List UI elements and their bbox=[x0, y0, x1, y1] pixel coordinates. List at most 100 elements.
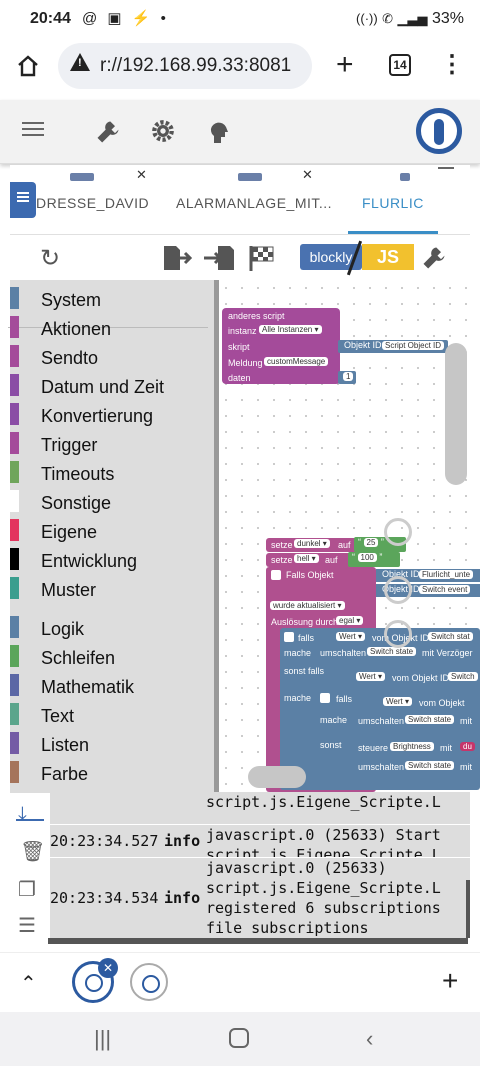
block-field[interactable]: Flurlicht_unte bbox=[419, 570, 474, 579]
log-horizontal-scrollbar[interactable] bbox=[48, 938, 468, 944]
gear-icon[interactable] bbox=[284, 632, 294, 642]
settings-gear-icon[interactable] bbox=[150, 118, 176, 144]
category-system[interactable]: System bbox=[10, 283, 218, 312]
category-color-swatch bbox=[10, 674, 19, 696]
layout-icon[interactable]: ☰ bbox=[18, 913, 36, 938]
refresh-icon[interactable]: ↻ bbox=[40, 244, 60, 273]
block-field[interactable]: Switch state bbox=[405, 715, 455, 724]
close-icon[interactable]: ✕ bbox=[302, 167, 313, 183]
menu-icon[interactable] bbox=[22, 128, 44, 130]
tab-adresse-david[interactable]: DRESSE_DAVID bbox=[36, 195, 149, 211]
delete-icon[interactable]: 🗑 bbox=[20, 839, 45, 864]
category-timeouts[interactable]: Timeouts bbox=[10, 457, 218, 486]
log-vertical-scrollbar[interactable] bbox=[466, 880, 470, 938]
block-label: daten bbox=[228, 373, 251, 383]
block-dropdown[interactable]: Wert ▾ bbox=[356, 672, 385, 681]
block-dropdown[interactable]: hell ▾ bbox=[294, 554, 319, 563]
block-field[interactable]: customMessage bbox=[264, 357, 329, 366]
category-sendto[interactable]: Sendto bbox=[10, 341, 218, 370]
workspace-horizontal-scrollbar[interactable] bbox=[248, 766, 306, 788]
block-field[interactable]: 1 bbox=[343, 372, 354, 381]
tab-alarmanlage[interactable]: ALARMANLAGE_MIT... bbox=[176, 195, 332, 211]
category-color-swatch bbox=[10, 645, 19, 667]
home-icon[interactable] bbox=[16, 54, 40, 78]
chevron-up-icon[interactable]: ⌃ bbox=[20, 971, 37, 996]
category-schleifen[interactable]: Schleifen bbox=[10, 641, 218, 670]
block-text[interactable]: “ 100 ” bbox=[348, 552, 400, 567]
block-field[interactable]: Switch state bbox=[367, 647, 417, 656]
download-icon[interactable]: ⤓ bbox=[18, 803, 27, 826]
copy-icon[interactable]: ❐ bbox=[18, 877, 36, 902]
js-mode-button[interactable]: JS bbox=[362, 244, 414, 270]
block-dropdown[interactable]: egal ▾ bbox=[336, 616, 364, 625]
block-field[interactable]: Script Object ID bbox=[382, 341, 445, 350]
checkered-flag-icon[interactable] bbox=[248, 244, 276, 272]
block-label: mache bbox=[320, 715, 348, 725]
import-icon[interactable] bbox=[204, 244, 236, 272]
category-sonstige[interactable]: Sonstige bbox=[10, 486, 218, 515]
category-trigger[interactable]: Trigger bbox=[10, 428, 218, 457]
home-button-icon[interactable] bbox=[229, 1028, 249, 1048]
block-field[interactable]: du bbox=[460, 742, 475, 751]
wrench-icon[interactable] bbox=[94, 118, 122, 146]
tab-menu-icon[interactable] bbox=[438, 167, 454, 169]
category-listen[interactable]: Listen bbox=[10, 728, 218, 757]
log-time bbox=[50, 792, 162, 824]
block-field[interactable]: Brightness bbox=[390, 742, 434, 751]
block-label: steuere bbox=[358, 743, 389, 753]
block-dropdown[interactable]: dunkel ▾ bbox=[294, 539, 330, 548]
not-secure-warning-icon[interactable] bbox=[70, 53, 90, 71]
head-profile-icon[interactable] bbox=[206, 117, 230, 145]
wrench-icon[interactable] bbox=[420, 244, 448, 272]
new-tab-plus-icon[interactable]: + bbox=[336, 48, 354, 82]
workspace-vertical-scrollbar[interactable] bbox=[445, 343, 467, 485]
block-label: vom Objekt ID bbox=[392, 673, 450, 683]
close-icon[interactable]: ✕ bbox=[136, 167, 147, 183]
export-icon[interactable] bbox=[162, 244, 192, 272]
block-field[interactable]: Switch stat bbox=[428, 632, 473, 641]
status-notification-icons: @ ▣ ⚡ • bbox=[82, 10, 169, 27]
category-muster[interactable]: Muster bbox=[10, 573, 218, 602]
block-label: setze bbox=[271, 555, 293, 565]
block-label: mit bbox=[440, 743, 452, 753]
block-dropdown[interactable]: wurde aktualisiert ▾ bbox=[270, 601, 345, 610]
category-label: Trigger bbox=[41, 435, 98, 455]
gear-icon[interactable] bbox=[320, 693, 330, 703]
category-aktionen[interactable]: Aktionen bbox=[10, 312, 218, 341]
recent-apps-icon[interactable]: ||| bbox=[94, 1026, 111, 1052]
log-level: info bbox=[164, 825, 204, 857]
block-field[interactable]: Switch event bbox=[419, 585, 471, 594]
url-field[interactable]: r://192.168.99.33:8081 bbox=[58, 43, 312, 89]
block-label: instanz bbox=[228, 326, 257, 336]
zoom-reset-icon[interactable] bbox=[384, 518, 412, 546]
block-label: mit Verzöger bbox=[422, 648, 473, 658]
category-eigene[interactable]: Eigene bbox=[10, 515, 218, 544]
close-tab-icon[interactable]: ✕ bbox=[98, 958, 118, 978]
block-field[interactable]: Switch state bbox=[405, 761, 455, 770]
block-dropdown[interactable]: Wert ▾ bbox=[383, 697, 412, 706]
category-mathematik[interactable]: Mathematik bbox=[10, 670, 218, 699]
block-field[interactable]: Switch bbox=[448, 672, 478, 681]
category-farbe[interactable]: Farbe bbox=[10, 757, 218, 786]
battery-text: 33% bbox=[431, 10, 464, 27]
category-konvertierung[interactable]: Konvertierung bbox=[10, 399, 218, 428]
iobroker-logo bbox=[416, 108, 462, 154]
back-icon[interactable]: ‹ bbox=[366, 1026, 373, 1052]
script-list-toggle-button[interactable] bbox=[10, 182, 36, 218]
block-label: sonst bbox=[320, 740, 342, 750]
more-menu-icon[interactable]: ⋮ bbox=[440, 50, 464, 79]
zoom-out-icon[interactable] bbox=[384, 620, 412, 648]
block-label: skript bbox=[228, 342, 250, 352]
block-dropdown[interactable]: Alle Instanzen ▾ bbox=[259, 325, 322, 334]
tab-switcher-button[interactable]: 14 bbox=[389, 54, 411, 76]
tab-flurlicht[interactable]: FLURLIC bbox=[362, 195, 424, 211]
category-text[interactable]: Text bbox=[10, 699, 218, 728]
zoom-in-icon[interactable] bbox=[384, 576, 412, 604]
category-logik[interactable]: Logik bbox=[10, 612, 218, 641]
add-tab-icon[interactable]: + bbox=[442, 965, 458, 997]
block-label: sonst falls bbox=[284, 666, 325, 676]
category-datum-und-zeit[interactable]: Datum und Zeit bbox=[10, 370, 218, 399]
block-dropdown[interactable]: Wert ▾ bbox=[336, 632, 365, 641]
category-entwicklung[interactable]: Entwicklung bbox=[10, 544, 218, 573]
browser-tab-iobroker[interactable] bbox=[130, 963, 168, 1001]
